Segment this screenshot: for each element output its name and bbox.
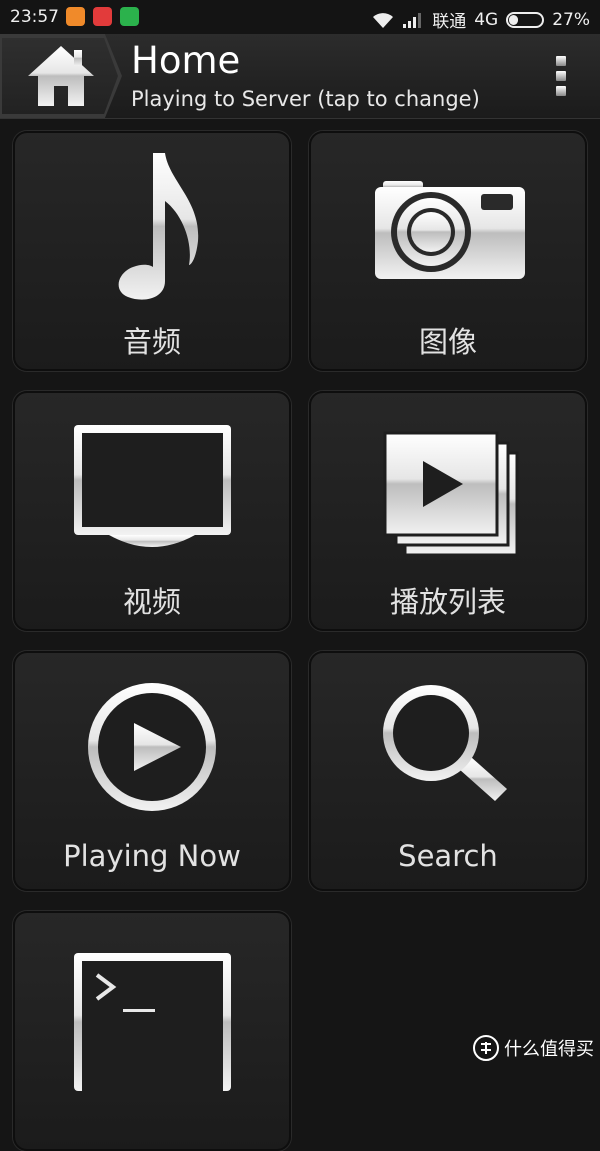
search-icon [383, 685, 507, 801]
terminal-icon [74, 953, 231, 1091]
clock: 23:57 [10, 7, 59, 27]
status-indicators: 联通 4G 27% [372, 7, 590, 32]
tile-audio[interactable]: 音频 [13, 131, 291, 371]
tile-playing-now[interactable]: Playing Now [13, 651, 291, 891]
action-bar: Home Playing to Server (tap to change) [0, 34, 600, 119]
carrier-label: 联通 [432, 12, 467, 32]
tv-icon [74, 425, 231, 547]
tile-label: 音频 [122, 325, 181, 359]
playlist-icon [383, 431, 519, 557]
tile-video[interactable]: 视频 [13, 391, 291, 631]
watermark: 什么值得买 [472, 1033, 594, 1063]
home-button[interactable] [0, 34, 122, 118]
overflow-menu-icon[interactable] [546, 52, 576, 102]
page-title: Home [131, 39, 241, 82]
tile-label: 播放列表 [389, 585, 506, 619]
tile-search[interactable]: Search [309, 651, 587, 891]
tile-playlists[interactable]: 播放列表 [309, 391, 587, 631]
wifi-icon [373, 12, 394, 28]
notification-app-icon [66, 7, 85, 26]
tile-label: 视频 [122, 585, 181, 619]
battery-level [509, 14, 519, 25]
battery-percent: 27% [552, 9, 590, 30]
watermark-text: 什么值得买 [504, 1039, 594, 1060]
home-icon [28, 46, 94, 106]
play-circle-icon [88, 683, 216, 811]
camera-icon [375, 181, 525, 279]
notification-app-icon [120, 7, 139, 26]
home-button-face [2, 38, 118, 114]
tile-label: 图像 [418, 325, 477, 359]
server-selector[interactable]: Playing to Server (tap to change) [131, 87, 480, 111]
notification-app-icon [93, 7, 112, 26]
tile-label: Search [398, 839, 498, 873]
battery-icon [506, 11, 545, 28]
watermark-logo-icon [473, 1035, 499, 1061]
tile-label: Playing Now [63, 839, 241, 873]
status-bar: 23:57 联通 4G 27% [0, 0, 600, 34]
tile-terminal[interactable] [13, 911, 291, 1151]
signal-icon [403, 12, 422, 28]
network-type: 4G [474, 9, 499, 30]
tile-images[interactable]: 图像 [309, 131, 587, 371]
music-note-icon [118, 153, 199, 300]
